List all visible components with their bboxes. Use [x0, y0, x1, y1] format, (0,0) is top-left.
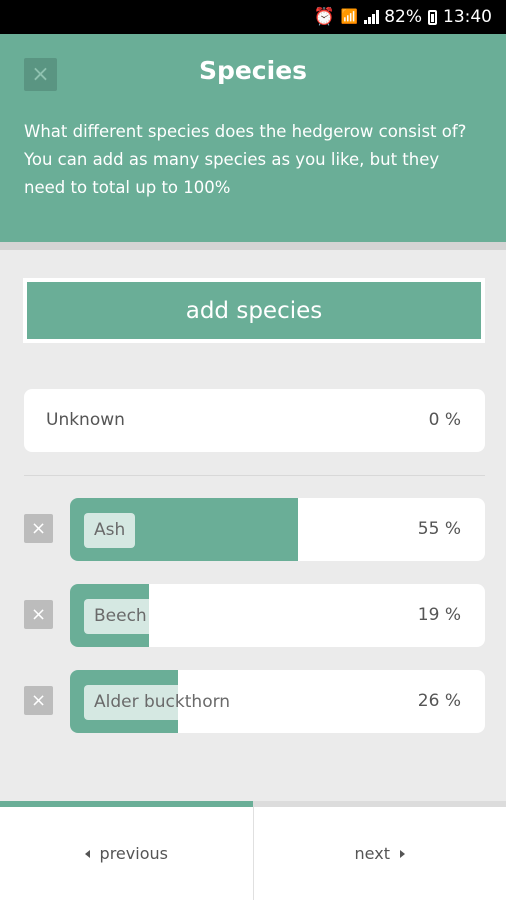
species-slider[interactable]: Beech 19 % [70, 584, 485, 647]
remove-species-button[interactable]: × [24, 686, 53, 715]
species-name: Ash [84, 513, 136, 548]
page-description: What different species does the hedgerow… [24, 122, 467, 197]
previous-label: previous [99, 844, 168, 863]
unknown-label: Unknown [46, 410, 125, 430]
close-icon: × [30, 517, 47, 539]
page-title: Species [198, 56, 308, 85]
clock: 13:40 [443, 7, 492, 27]
species-percent: 26 % [417, 691, 461, 711]
species-slider[interactable]: Alder buckthorn 26 % [70, 670, 485, 733]
next-button[interactable]: next [252, 807, 506, 900]
header: × Species What different species does th… [0, 34, 506, 242]
close-icon: × [30, 689, 47, 711]
close-icon: × [30, 603, 47, 625]
unknown-row: Unknown 0 % [24, 389, 485, 452]
add-species-label: add species [185, 297, 323, 324]
status-bar: ⏰ 📶 82% 13:40 [0, 0, 506, 34]
add-species-button[interactable]: add species [23, 278, 485, 343]
divider [24, 475, 485, 476]
remove-species-button[interactable]: × [24, 514, 53, 543]
header-divider [0, 242, 506, 250]
wifi-icon: 📶 [340, 9, 359, 25]
chevron-right-icon [399, 849, 405, 858]
next-label: next [354, 844, 390, 863]
unknown-percent: 0 % [428, 410, 461, 430]
species-percent: 19 % [417, 605, 461, 625]
chevron-left-icon [84, 849, 90, 858]
battery-percent: 82% [384, 7, 422, 27]
bottom-nav: previous next [0, 807, 506, 900]
signal-icon [364, 10, 380, 24]
species-slider[interactable]: Ash 55 % [70, 498, 485, 561]
species-percent: 55 % [417, 519, 461, 539]
alarm-icon: ⏰ [313, 7, 335, 27]
battery-icon [428, 9, 437, 25]
species-name: Beech [84, 599, 157, 634]
previous-button[interactable]: previous [0, 807, 253, 900]
species-name: Alder buckthorn [84, 685, 241, 720]
remove-species-button[interactable]: × [24, 600, 53, 629]
